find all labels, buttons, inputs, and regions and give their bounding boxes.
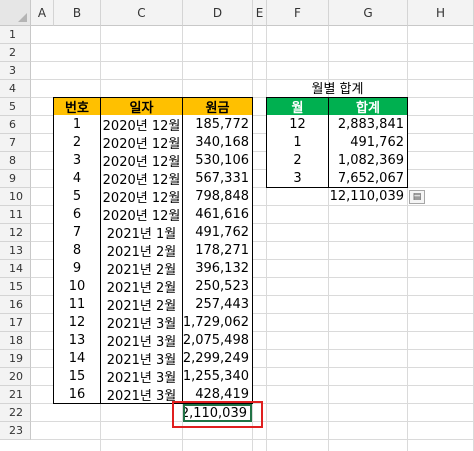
main-cell[interactable]: 2020년 12월 bbox=[100, 115, 183, 134]
main-header-1[interactable]: 일자 bbox=[100, 97, 183, 116]
summary-cell[interactable]: 3 bbox=[266, 169, 329, 188]
column-header-d[interactable]: D bbox=[183, 0, 253, 26]
column-header-h[interactable]: H bbox=[408, 0, 474, 26]
row-header-16[interactable]: 16 bbox=[0, 296, 31, 314]
main-cell[interactable]: 2021년 3월 bbox=[100, 385, 183, 404]
row-header-10[interactable]: 10 bbox=[0, 188, 31, 206]
main-cell[interactable]: 567,331 bbox=[182, 169, 253, 188]
main-cell[interactable]: 2020년 12월 bbox=[100, 187, 183, 206]
main-cell[interactable]: 1,729,062 bbox=[182, 313, 253, 332]
row-header-12[interactable]: 12 bbox=[0, 224, 31, 242]
summary-cell[interactable]: 1 bbox=[266, 133, 329, 152]
main-cell[interactable]: 2020년 12월 bbox=[100, 151, 183, 170]
row-header-14[interactable]: 14 bbox=[0, 260, 31, 278]
main-cell[interactable]: 2021년 2월 bbox=[100, 295, 183, 314]
row-header-3[interactable]: 3 bbox=[0, 62, 31, 80]
column-header-a[interactable]: A bbox=[31, 0, 54, 26]
main-cell[interactable]: 2020년 12월 bbox=[100, 133, 183, 152]
column-header-e[interactable]: E bbox=[253, 0, 267, 26]
summary-cell[interactable]: 2,883,841 bbox=[328, 115, 408, 134]
main-cell[interactable]: 491,762 bbox=[182, 223, 253, 242]
summary-cell[interactable]: 12 bbox=[266, 115, 329, 134]
main-cell[interactable]: 14 bbox=[53, 349, 101, 368]
column-header-c[interactable]: C bbox=[101, 0, 183, 26]
main-cell[interactable]: 9 bbox=[53, 259, 101, 278]
main-cell[interactable]: 2021년 3월 bbox=[100, 331, 183, 350]
total-highlight-box bbox=[172, 401, 263, 428]
summary-header-0[interactable]: 월 bbox=[266, 97, 329, 116]
row-header-23[interactable]: 23 bbox=[0, 422, 31, 440]
main-cell[interactable]: 461,616 bbox=[182, 205, 253, 224]
summary-cell[interactable]: 7,652,067 bbox=[328, 169, 408, 188]
column-header-b[interactable]: B bbox=[54, 0, 101, 26]
row-header-15[interactable]: 15 bbox=[0, 278, 31, 296]
summary-title[interactable]: 월별 합계 bbox=[267, 78, 408, 97]
main-cell[interactable]: 185,772 bbox=[182, 115, 253, 134]
main-cell[interactable]: 2021년 2월 bbox=[100, 277, 183, 296]
row-header-20[interactable]: 20 bbox=[0, 368, 31, 386]
row-header-19[interactable]: 19 bbox=[0, 350, 31, 368]
row-header-9[interactable]: 9 bbox=[0, 170, 31, 188]
summary-cell[interactable]: 1,082,369 bbox=[328, 151, 408, 170]
row-header-4[interactable]: 4 bbox=[0, 80, 31, 98]
column-header-g[interactable]: G bbox=[329, 0, 408, 26]
main-cell[interactable]: 250,523 bbox=[182, 277, 253, 296]
main-cell[interactable]: 2021년 3월 bbox=[100, 367, 183, 386]
row-header-11[interactable]: 11 bbox=[0, 206, 31, 224]
main-cell[interactable]: 2,075,498 bbox=[182, 331, 253, 350]
row-header-22[interactable]: 22 bbox=[0, 404, 31, 422]
row-header-1[interactable]: 1 bbox=[0, 26, 31, 44]
main-header-2[interactable]: 원금 bbox=[182, 97, 253, 116]
main-cell[interactable]: 16 bbox=[53, 385, 101, 404]
main-cell[interactable]: 4 bbox=[53, 169, 101, 188]
main-cell[interactable]: 2021년 1월 bbox=[100, 223, 183, 242]
main-cell[interactable]: 2,299,249 bbox=[182, 349, 253, 368]
main-cell[interactable]: 257,443 bbox=[182, 295, 253, 314]
row-header-5[interactable]: 5 bbox=[0, 98, 31, 116]
row-header-13[interactable]: 13 bbox=[0, 242, 31, 260]
main-cell[interactable]: 340,168 bbox=[182, 133, 253, 152]
main-cell[interactable]: 13 bbox=[53, 331, 101, 350]
row-header-7[interactable]: 7 bbox=[0, 134, 31, 152]
main-cell[interactable]: 11 bbox=[53, 295, 101, 314]
main-cell[interactable]: 530,106 bbox=[182, 151, 253, 170]
main-cell[interactable]: 2020년 12월 bbox=[100, 169, 183, 188]
main-cell[interactable]: 396,132 bbox=[182, 259, 253, 278]
row-header-2[interactable]: 2 bbox=[0, 44, 31, 62]
summary-header-1[interactable]: 합계 bbox=[328, 97, 408, 116]
main-cell[interactable]: 2 bbox=[53, 133, 101, 152]
row-header-21[interactable]: 21 bbox=[0, 386, 31, 404]
main-cell[interactable]: 2021년 2월 bbox=[100, 241, 183, 260]
select-all-corner[interactable] bbox=[0, 0, 31, 26]
main-cell[interactable]: 2021년 3월 bbox=[100, 313, 183, 332]
main-cell[interactable]: 1 bbox=[53, 115, 101, 134]
main-header-0[interactable]: 번호 bbox=[53, 97, 101, 116]
main-cell[interactable]: 7 bbox=[53, 223, 101, 242]
row-header-6[interactable]: 6 bbox=[0, 116, 31, 134]
summary-cell[interactable]: 491,762 bbox=[328, 133, 408, 152]
main-cell[interactable]: 2021년 3월 bbox=[100, 349, 183, 368]
column-header-f[interactable]: F bbox=[267, 0, 329, 26]
main-cell[interactable]: 2020년 12월 bbox=[100, 205, 183, 224]
summary-cell[interactable]: 2 bbox=[266, 151, 329, 170]
spreadsheet: ABCDEFGH 1 2 3 4 5 6 7 8 9 10 11 12 13 14 15 16 17 18 19 20… bbox=[0, 0, 474, 451]
summary-total-cell[interactable]: 12,110,039 bbox=[329, 188, 407, 205]
main-cell[interactable]: 6 bbox=[53, 205, 101, 224]
main-cell[interactable]: 8 bbox=[53, 241, 101, 260]
row-header-8[interactable]: 8 bbox=[0, 152, 31, 170]
main-cell[interactable]: 5 bbox=[53, 187, 101, 206]
main-cell[interactable]: 1,255,340 bbox=[182, 367, 253, 386]
main-cell[interactable]: 10 bbox=[53, 277, 101, 296]
row-header-18[interactable]: 18 bbox=[0, 332, 31, 350]
main-cell[interactable]: 798,848 bbox=[182, 187, 253, 206]
main-cell[interactable]: 12 bbox=[53, 313, 101, 332]
main-cell[interactable]: 15 bbox=[53, 367, 101, 386]
main-cell[interactable]: 2021년 2월 bbox=[100, 259, 183, 278]
paste-options-icon[interactable]: ▤ bbox=[409, 190, 425, 204]
row-header-17[interactable]: 17 bbox=[0, 314, 31, 332]
main-cell[interactable]: 3 bbox=[53, 151, 101, 170]
main-cell[interactable]: 178,271 bbox=[182, 241, 253, 260]
